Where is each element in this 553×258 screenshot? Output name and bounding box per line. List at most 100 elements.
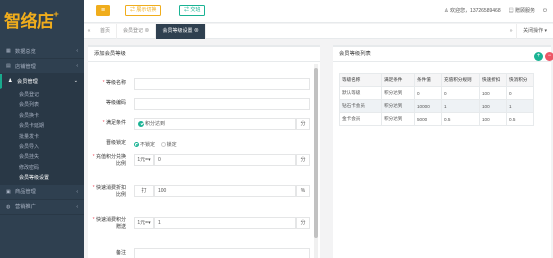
tab-member-register[interactable]: 会员登记 ⊗ — [117, 23, 157, 39]
prefix-text: 1元= — [137, 157, 149, 163]
level-list-panel: 会员等级列表 + − 等级名称 满足条件 条件值 充值积分规则 快速折扣 快消积… — [333, 45, 553, 258]
points-ratio-row: * 快速消费积分赠送 1元=▾ 1 分 — [88, 217, 320, 247]
upgrade-lock-label: 晋级锁定 — [105, 140, 126, 146]
discount-prefix: 打 — [134, 185, 154, 197]
store-icon: ▤ — [6, 63, 11, 69]
user-area: ♙ 欢迎您，13726589468 ▤ 赠顾服务 ⏻ — [444, 7, 547, 15]
recharge-ratio-row: * 充值积分兑换比例 1元=▾ 0 分 — [88, 154, 320, 178]
sidebar-item-store[interactable]: ▤ 店铺管理 ‹ — [0, 59, 84, 74]
condition-row: * 满足条件 积分达到 分 — [88, 118, 320, 130]
tab-home[interactable]: 首页 — [94, 23, 118, 39]
condition-select[interactable]: 积分达到 — [134, 118, 296, 130]
brand-logo[interactable]: 智络店 + — [0, 0, 84, 38]
discount-input[interactable]: 100 — [154, 185, 296, 197]
sidebar-item-members[interactable]: ♟ 会员管理 ⌄ — [0, 74, 84, 89]
tab-label: 会员等级设置 — [162, 27, 193, 34]
level-name-input[interactable] — [134, 78, 310, 90]
points-ratio-input[interactable]: 1 — [154, 217, 296, 229]
check-icon — [138, 120, 144, 127]
column-header[interactable]: 等级名称 — [339, 73, 382, 87]
table-cell: 积分达到 — [381, 86, 415, 100]
add-level-button[interactable]: + — [534, 52, 543, 61]
form-scrollbar[interactable] — [314, 64, 318, 258]
tab-label: 会员登记 — [123, 27, 144, 34]
level-code-row: 等级编码 — [88, 98, 320, 110]
remark-label: 备注 — [115, 250, 126, 256]
scrollbar-thumb[interactable] — [314, 68, 318, 238]
submenu-item-current[interactable]: 会员等级设置 — [0, 173, 84, 183]
discount-label: * 快速消费折扣比例 — [92, 185, 126, 198]
handover-button[interactable]: ⇄ 交班 — [179, 5, 206, 16]
logo-plus: + — [53, 9, 59, 19]
table-cell: 100 — [479, 86, 507, 100]
chevron-down-icon: ▾ — [148, 220, 151, 226]
submenu-item[interactable]: 会员导入 — [0, 142, 84, 152]
table-row[interactable]: 钻石卡会员 积分达到 10000 1 100 1 — [339, 99, 534, 113]
chevron-left-icon: ‹ — [76, 203, 78, 210]
condition-unit: 分 — [296, 118, 310, 130]
recharge-ratio-input[interactable]: 0 — [154, 154, 296, 166]
menu-toggle-button[interactable]: ≡ — [96, 5, 110, 16]
table-row[interactable]: 默认等级 积分达到 0 0 100 0 — [339, 86, 534, 100]
display-switch-button[interactable]: ⇄ 展示切换 — [125, 5, 162, 16]
table-cell: 0 — [441, 86, 480, 100]
tab-scroll-right-icon[interactable]: » — [506, 28, 516, 34]
add-level-panel: 添加会员等级 * 等级名称 等级编码 * 满足条件 积分达到 分 晋级锁定 不锁… — [88, 45, 320, 258]
tab-scroll-left-icon[interactable]: « — [84, 28, 94, 34]
close-operations-label: 关闭操作 — [523, 27, 544, 34]
sidebar-item-dashboard[interactable]: ▦ 数据总览 ‹ — [0, 44, 84, 59]
sidebar-item-goods[interactable]: ▣ 商品管理 ‹ — [0, 185, 84, 200]
tabs-bar: « 首页 会员登记 ⊗ 会员等级设置 ⊗ » 关闭操作 ▾ — [84, 23, 553, 39]
submenu-item[interactable]: 会员列表 — [0, 100, 84, 110]
submenu-item[interactable]: 批量发卡 — [0, 132, 84, 142]
logout-icon[interactable]: ⏻ — [543, 8, 547, 14]
remark-input[interactable] — [134, 248, 310, 258]
column-header[interactable]: 快消积分 — [506, 73, 534, 87]
discount-row: * 快速消费折扣比例 打 100 % — [88, 185, 320, 209]
sidebar-item-label: 营销推广 — [15, 204, 36, 211]
tab-close-icon[interactable]: ⊗ — [194, 28, 199, 34]
level-code-input[interactable] — [134, 98, 310, 110]
sidebar-item-label: 会员管理 — [17, 78, 38, 85]
level-name-row: * 等级名称 — [88, 78, 320, 90]
table-cell: 金卡会员 — [339, 112, 382, 126]
sidebar-item-marketing[interactable]: ◍ 营销推广 ‹ — [0, 200, 84, 215]
submenu-item[interactable]: 会员换卡 — [0, 111, 84, 121]
level-name-label: * 等级名称 — [102, 80, 126, 86]
submenu-item[interactable]: 会员登记 — [0, 90, 84, 100]
column-header[interactable]: 条件值 — [414, 73, 442, 87]
level-code-label: 等级编码 — [105, 100, 126, 106]
table-cell: 钻石卡会员 — [339, 99, 382, 113]
submenu-item[interactable]: 会员卡延期 — [0, 121, 84, 131]
delete-level-button[interactable]: − — [545, 52, 553, 61]
table-row[interactable]: 金卡会员 积分达到 5000 0.5 100 0.5 — [339, 112, 534, 126]
prefix-text: 1元= — [137, 220, 149, 226]
points-unit: 分 — [296, 217, 310, 229]
close-operations-dropdown[interactable]: 关闭操作 ▾ — [516, 23, 553, 39]
remark-row: 备注 — [88, 248, 320, 258]
handover-label: 交班 — [190, 7, 201, 13]
service-link[interactable]: ▤ 赠顾服务 — [509, 7, 535, 14]
tab-close-icon[interactable]: ⊗ — [144, 28, 149, 34]
table-cell: 默认等级 — [339, 86, 382, 100]
column-header[interactable]: 充值积分规则 — [441, 73, 480, 87]
radio-no-lock[interactable]: 不锁定 — [134, 142, 155, 148]
label-text: 快速消费积分赠送 — [95, 217, 126, 230]
submenu-item[interactable]: 修改密码 — [0, 163, 84, 173]
column-header[interactable]: 满足条件 — [381, 73, 415, 87]
radio-lock[interactable]: 锁定 — [160, 142, 177, 148]
radio-unchecked-icon — [160, 142, 166, 148]
tabs-right: » 关闭操作 ▾ — [506, 23, 553, 39]
marketing-icon: ◍ — [6, 203, 11, 210]
upgrade-lock-options: 不锁定 锁定 — [134, 141, 177, 148]
logo-text: 智络店 — [4, 11, 54, 32]
column-header[interactable]: 快速折扣 — [479, 73, 507, 87]
recharge-prefix: 1元=▾ — [134, 154, 154, 166]
tab-member-level[interactable]: 会员等级设置 ⊗ — [156, 23, 206, 39]
submenu-item[interactable]: 会员挂失 — [0, 152, 84, 162]
upgrade-lock-row: 晋级锁定 不锁定 锁定 — [88, 138, 320, 150]
label-text: 满足条件 — [105, 120, 126, 126]
welcome-text[interactable]: ♙ 欢迎您，13726589468 — [444, 7, 500, 14]
radio-label: 锁定 — [166, 142, 177, 148]
table-cell: 积分达到 — [381, 112, 415, 126]
